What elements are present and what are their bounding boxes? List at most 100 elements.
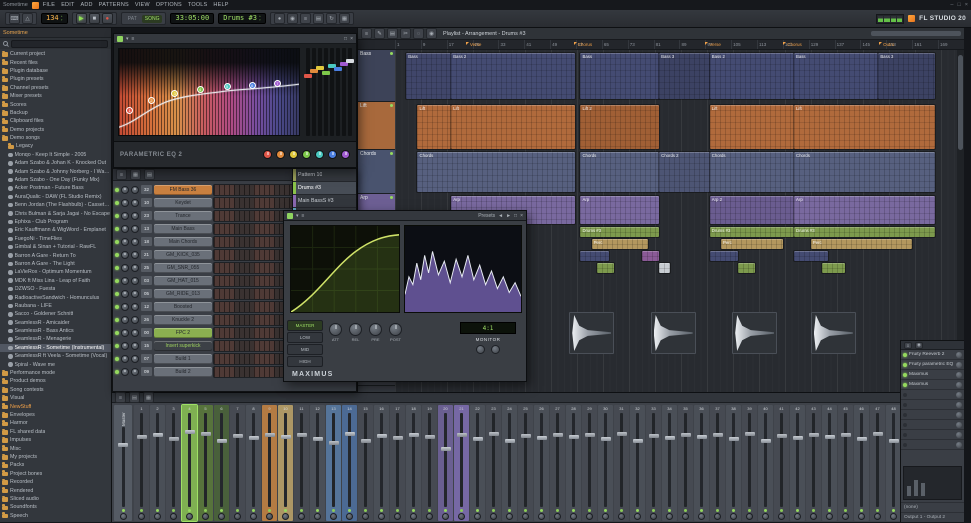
browser-item[interactable]: Spiral - Wave me: [0, 360, 111, 368]
strip-mute-led[interactable]: [588, 509, 591, 512]
compressor-knob[interactable]: [369, 323, 382, 336]
plugin-puzzle-icon[interactable]: [287, 213, 293, 219]
strip-mute-led[interactable]: [780, 509, 783, 512]
fader-handle[interactable]: [585, 433, 595, 437]
compressor-knob[interactable]: [349, 323, 362, 336]
volume-fader[interactable]: [268, 413, 271, 507]
search-input[interactable]: [11, 40, 108, 48]
channel-target-selector[interactable]: 15: [141, 341, 152, 350]
volume-fader[interactable]: [860, 413, 863, 507]
fader-handle[interactable]: [729, 437, 739, 441]
channel-enable-led[interactable]: [115, 201, 119, 205]
volume-fader[interactable]: [620, 413, 623, 507]
channel-target-selector[interactable]: 07: [141, 354, 152, 363]
band-button[interactable]: HIGH: [287, 356, 323, 367]
mixer-strip[interactable]: 43: [806, 405, 821, 521]
eq-band-knob[interactable]: [341, 150, 350, 159]
close-icon[interactable]: ×: [350, 36, 353, 42]
browser-item[interactable]: SeamlessR - Sometime (Instrumental): [0, 344, 111, 352]
fader-handle[interactable]: [697, 435, 707, 439]
pattern-selector[interactable]: Drums #3▴▾: [218, 13, 266, 24]
mixer-strip[interactable]: 36: [694, 405, 709, 521]
slider-handle[interactable]: [346, 59, 354, 63]
strip-mute-led[interactable]: [172, 509, 175, 512]
mute-tool-icon[interactable]: ◌: [413, 28, 424, 39]
slider-handle[interactable]: [334, 67, 342, 71]
strip-pan-knob[interactable]: [810, 513, 817, 520]
eq-band-knob[interactable]: [263, 150, 272, 159]
fx-mix-knob[interactable]: [956, 442, 962, 448]
scrollbar-thumb[interactable]: [958, 55, 963, 150]
strip-pan-knob[interactable]: [266, 513, 273, 520]
fader-handle[interactable]: [569, 435, 579, 439]
volume-fader[interactable]: [764, 413, 767, 507]
audio-input-row[interactable]: (none): [901, 502, 964, 512]
fx-enable-led[interactable]: [903, 423, 907, 427]
browser-item[interactable]: Mixer presets: [0, 92, 111, 100]
fader-handle[interactable]: [265, 433, 275, 437]
slider-handle[interactable]: [310, 69, 318, 73]
band-button[interactable]: MID: [287, 344, 323, 355]
channel-target-selector[interactable]: 09: [141, 367, 152, 376]
fader-handle[interactable]: [553, 433, 563, 437]
browser-item[interactable]: Sliced audio: [0, 495, 111, 503]
plugin-options-icon[interactable]: ▾: [126, 36, 129, 42]
browser-item[interactable]: MDK ft Miss Lina - Leap of Faith: [0, 277, 111, 285]
strip-pan-knob[interactable]: [154, 513, 161, 520]
fader-handle[interactable]: [297, 433, 307, 437]
volume-fader[interactable]: [172, 413, 175, 507]
volume-fader[interactable]: [604, 413, 607, 507]
strip-pan-knob[interactable]: [874, 513, 881, 520]
channel-button[interactable]: Build 2: [154, 367, 212, 377]
pattern-spinner[interactable]: ▴▾: [259, 15, 261, 21]
mixer-strip[interactable]: 4: [182, 405, 197, 521]
volume-fader[interactable]: [636, 413, 639, 507]
browser-item[interactable]: Demo songs: [0, 134, 111, 142]
strip-mute-led[interactable]: [428, 509, 431, 512]
browser-item[interactable]: Soundfonts: [0, 503, 111, 511]
volume-fader[interactable]: [876, 413, 879, 507]
strip-mute-led[interactable]: [444, 509, 447, 512]
menu-item[interactable]: VIEW: [135, 2, 150, 8]
strip-pan-knob[interactable]: [650, 513, 657, 520]
eq-band-level-slider[interactable]: [348, 48, 352, 136]
strip-mute-led[interactable]: [284, 509, 287, 512]
eq-band-knob[interactable]: [302, 150, 311, 159]
master-mute-led[interactable]: [122, 509, 125, 512]
channel-volume-knob[interactable]: [131, 329, 139, 337]
close-icon[interactable]: ×: [520, 213, 523, 219]
strip-mute-led[interactable]: [844, 509, 847, 512]
playlist-track-header[interactable]: Lift: [358, 102, 395, 150]
strip-pan-knob[interactable]: [298, 513, 305, 520]
mixer-strip[interactable]: 6: [214, 405, 229, 521]
fader-handle[interactable]: [505, 439, 515, 443]
eq-band-knob[interactable]: [289, 150, 298, 159]
mixer-strip[interactable]: 13: [326, 405, 341, 521]
strip-pan-knob[interactable]: [506, 513, 513, 520]
plugin-menu-icon[interactable]: ≡: [132, 36, 135, 42]
browser-item[interactable]: Scores: [0, 100, 111, 108]
browser-item[interactable]: Impulses: [0, 436, 111, 444]
mixer-strip[interactable]: 7: [230, 405, 245, 521]
fader-handle[interactable]: [521, 434, 531, 438]
channel-button[interactable]: GM_KICK_035: [154, 250, 212, 260]
strip-mute-led[interactable]: [188, 509, 191, 512]
strip-mute-led[interactable]: [348, 509, 351, 512]
strip-pan-knob[interactable]: [794, 513, 801, 520]
fader-handle[interactable]: [409, 433, 419, 437]
browser-item[interactable]: Benn Jordan (The Flashbulb) - Cassette C…: [0, 201, 111, 209]
channel-button[interactable]: GM_HAT_015: [154, 276, 212, 286]
paint-tool-icon[interactable]: ▤: [387, 28, 398, 39]
monitor-knob-a[interactable]: [476, 345, 485, 354]
fx-slot[interactable]: [901, 430, 964, 440]
mixer-strip[interactable]: 37: [710, 405, 725, 521]
mixer-strip[interactable]: 32: [630, 405, 645, 521]
channel-button[interactable]: Main Chords: [154, 237, 212, 247]
strip-mute-led[interactable]: [732, 509, 735, 512]
channel-button[interactable]: GM_SNR_055: [154, 263, 212, 273]
volume-fader[interactable]: [252, 413, 255, 507]
mixer-strip[interactable]: 11: [294, 405, 309, 521]
channel-pan-knob[interactable]: [121, 212, 129, 220]
strip-mute-led[interactable]: [396, 509, 399, 512]
audio-clip[interactable]: [811, 312, 856, 354]
